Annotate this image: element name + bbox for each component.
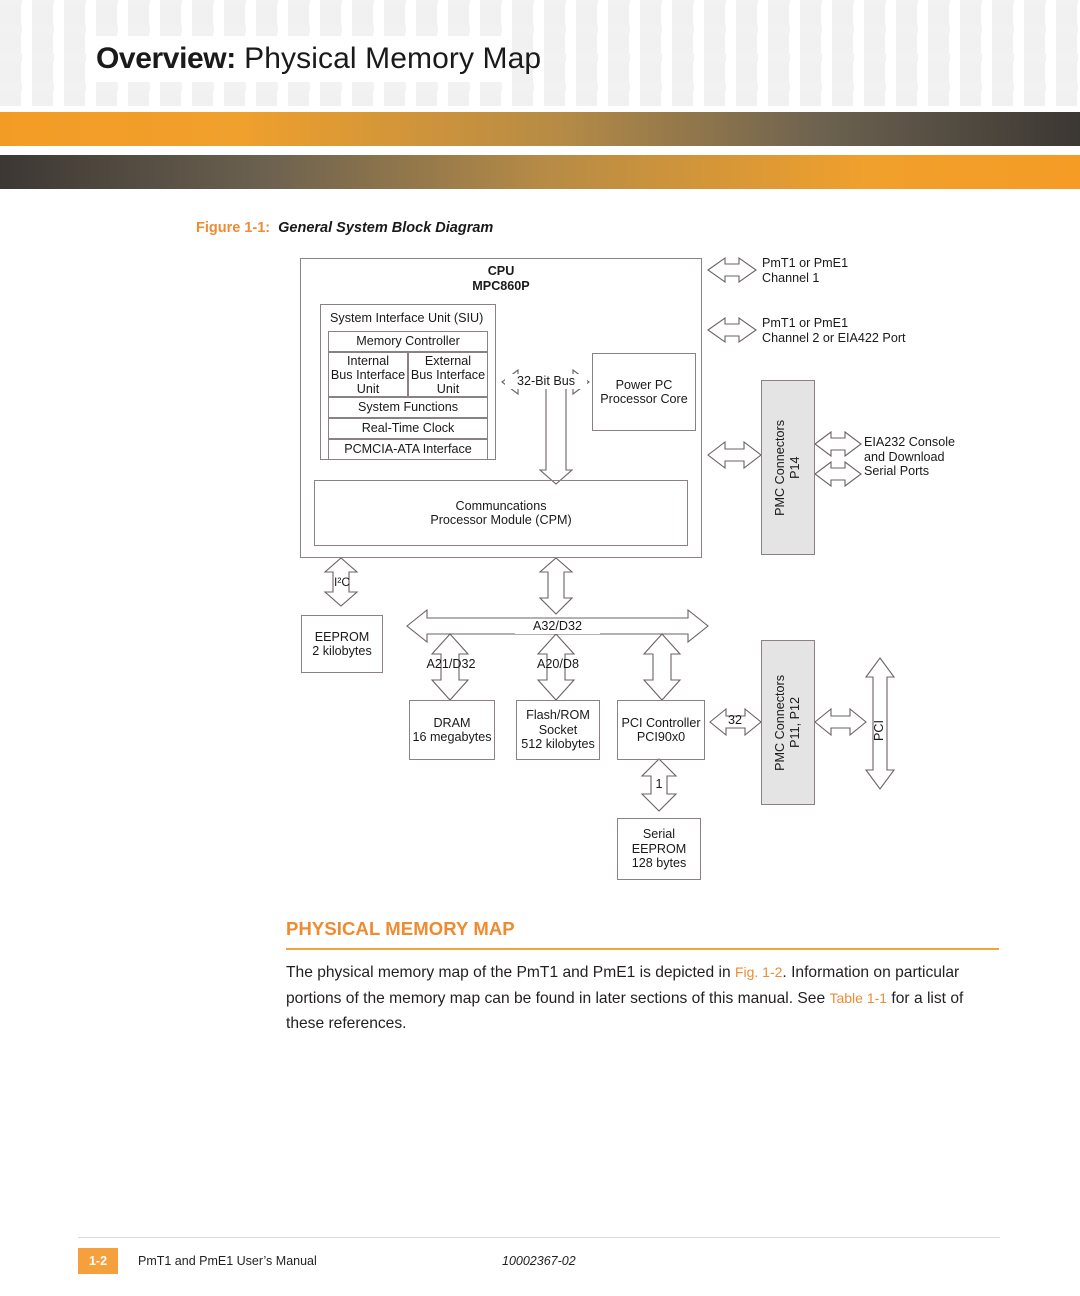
siu-row-real-time-clock-label: Real-Time Clock [361, 421, 455, 436]
pmc-connectors-p11-p12-block: PMC Connectors P11, P12 [761, 640, 815, 805]
siu-row-system-functions-label: System Functions [357, 400, 459, 415]
powerpc-core-label: Power PC Processor Core [600, 377, 688, 407]
section-paragraph: The physical memory map of the PmT1 and … [286, 960, 1001, 1037]
serial-eeprom-block: Serial EEPROM 128 bytes [617, 818, 701, 880]
siu-external-bus-label: External Bus Interface Unit [410, 353, 486, 396]
flash-rom-label: Flash/ROM Socket 512 kilobytes [521, 708, 595, 752]
siu-internal-bus-label: Internal Bus Interface Unit [330, 353, 406, 396]
cpu-title-line1: CPU [487, 264, 515, 278]
header-gradient-bar-top [0, 112, 1080, 146]
cpm-block: Communcations Processor Module (CPM) [314, 480, 688, 546]
bus-a32d32-label: A32/D32 [515, 619, 600, 634]
arrow-bus-to-pci-controller [642, 633, 682, 701]
arrow-pmc-to-pci-bus [814, 707, 867, 737]
siu-row-memory-controller: Memory Controller [328, 331, 488, 352]
siu-title: System Interface Unit (SIU) [330, 311, 484, 325]
arrow-channel-2 [707, 316, 757, 344]
i2c-bus-label: I²C [334, 575, 350, 589]
figure-title: General System Block Diagram [278, 220, 494, 236]
siu-row-memory-controller-label: Memory Controller [356, 334, 460, 349]
bus-32bit-label: 32-Bit Bus [505, 374, 587, 389]
cpm-label: Communcations Processor Module (CPM) [430, 498, 572, 528]
pci-controller-block: PCI Controller PCI90x0 [617, 700, 705, 760]
siu-external-bus-interface-unit: External Bus Interface Unit [408, 352, 488, 397]
siu-row-pcmcia-ata-label: PCMCIA-ATA Interface [344, 442, 472, 457]
pmc-connectors-p14-block: PMC Connectors P14 [761, 380, 815, 555]
pmc-connectors-p11-p12-label: PMC Connectors P11, P12 [773, 674, 802, 771]
label-channel-2: PmT1 or PmE1 Channel 2 or EIA422 Port [762, 316, 906, 345]
xref-figure-1-2[interactable]: Fig. 1-2 [735, 964, 782, 980]
header-gradient-bar-bottom [0, 155, 1080, 189]
eeprom-block: EEPROM 2 kilobytes [301, 615, 383, 673]
footer-manual-title: PmT1 and PmE1 User’s Manual [138, 1254, 317, 1268]
footer-page-number: 1-2 [78, 1248, 118, 1274]
page-title-light: Physical Memory Map [244, 42, 542, 75]
pci-bus-label: PCI [872, 705, 887, 745]
figure-number: Figure 1-1: [196, 220, 271, 236]
footer-rule [78, 1237, 1000, 1238]
flash-rom-block: Flash/ROM Socket 512 kilobytes [516, 700, 600, 760]
pmc-connectors-p14-label: PMC Connectors P14 [773, 419, 802, 516]
xref-table-1-1[interactable]: Table 1-1 [829, 990, 887, 1006]
siu-row-system-functions: System Functions [328, 397, 488, 418]
pci-bus-label-text: PCI [872, 719, 886, 741]
arrow-channel-1 [707, 256, 757, 284]
page-title: Overview: Physical Memory Map [96, 42, 541, 76]
pci-bus-width-32-label: 32 [727, 713, 742, 727]
serial-eeprom-label: Serial EEPROM 128 bytes [631, 827, 687, 871]
system-block-diagram: .ar { fill:#ffffff; stroke:#6b6268; stro… [0, 240, 1080, 900]
powerpc-core-block: Power PC Processor Core [592, 353, 696, 431]
footer-document-number: 10002367-02 [502, 1254, 576, 1268]
arrow-eia232-port-a [814, 430, 862, 458]
bus-a21d32-label: A21/D32 [426, 657, 476, 671]
pci-controller-label: PCI Controller PCI90x0 [621, 715, 701, 745]
arrow-cpu-to-a32d32 [538, 557, 574, 615]
arrow-eia232-port-b [814, 460, 862, 488]
dram-label: DRAM 16 megabytes [412, 715, 492, 745]
section-rule [286, 948, 999, 950]
page-title-bold: Overview: [96, 42, 236, 75]
paragraph-part-1: The physical memory map of the PmT1 and … [286, 964, 735, 981]
label-eia232-serial-ports: EIA232 Console and Download Serial Ports [864, 435, 956, 478]
cpu-title-line2: MPC860P [472, 279, 530, 293]
siu-row-real-time-clock: Real-Time Clock [328, 418, 488, 439]
dram-block: DRAM 16 megabytes [409, 700, 495, 760]
serial-eeprom-width-1-label: 1 [655, 777, 663, 791]
eeprom-label: EEPROM 2 kilobytes [312, 629, 372, 659]
arrow-cpm-to-pmc-p14 [707, 440, 762, 470]
label-channel-1: PmT1 or PmE1 Channel 1 [762, 256, 849, 285]
bus-a20d8-label: A20/D8 [536, 657, 579, 671]
figure-caption: Figure 1-1: General System Block Diagram [196, 220, 493, 236]
section-heading: PHYSICAL MEMORY MAP [286, 918, 515, 939]
siu-internal-bus-interface-unit: Internal Bus Interface Unit [328, 352, 408, 397]
siu-row-pcmcia-ata: PCMCIA-ATA Interface [328, 439, 488, 460]
